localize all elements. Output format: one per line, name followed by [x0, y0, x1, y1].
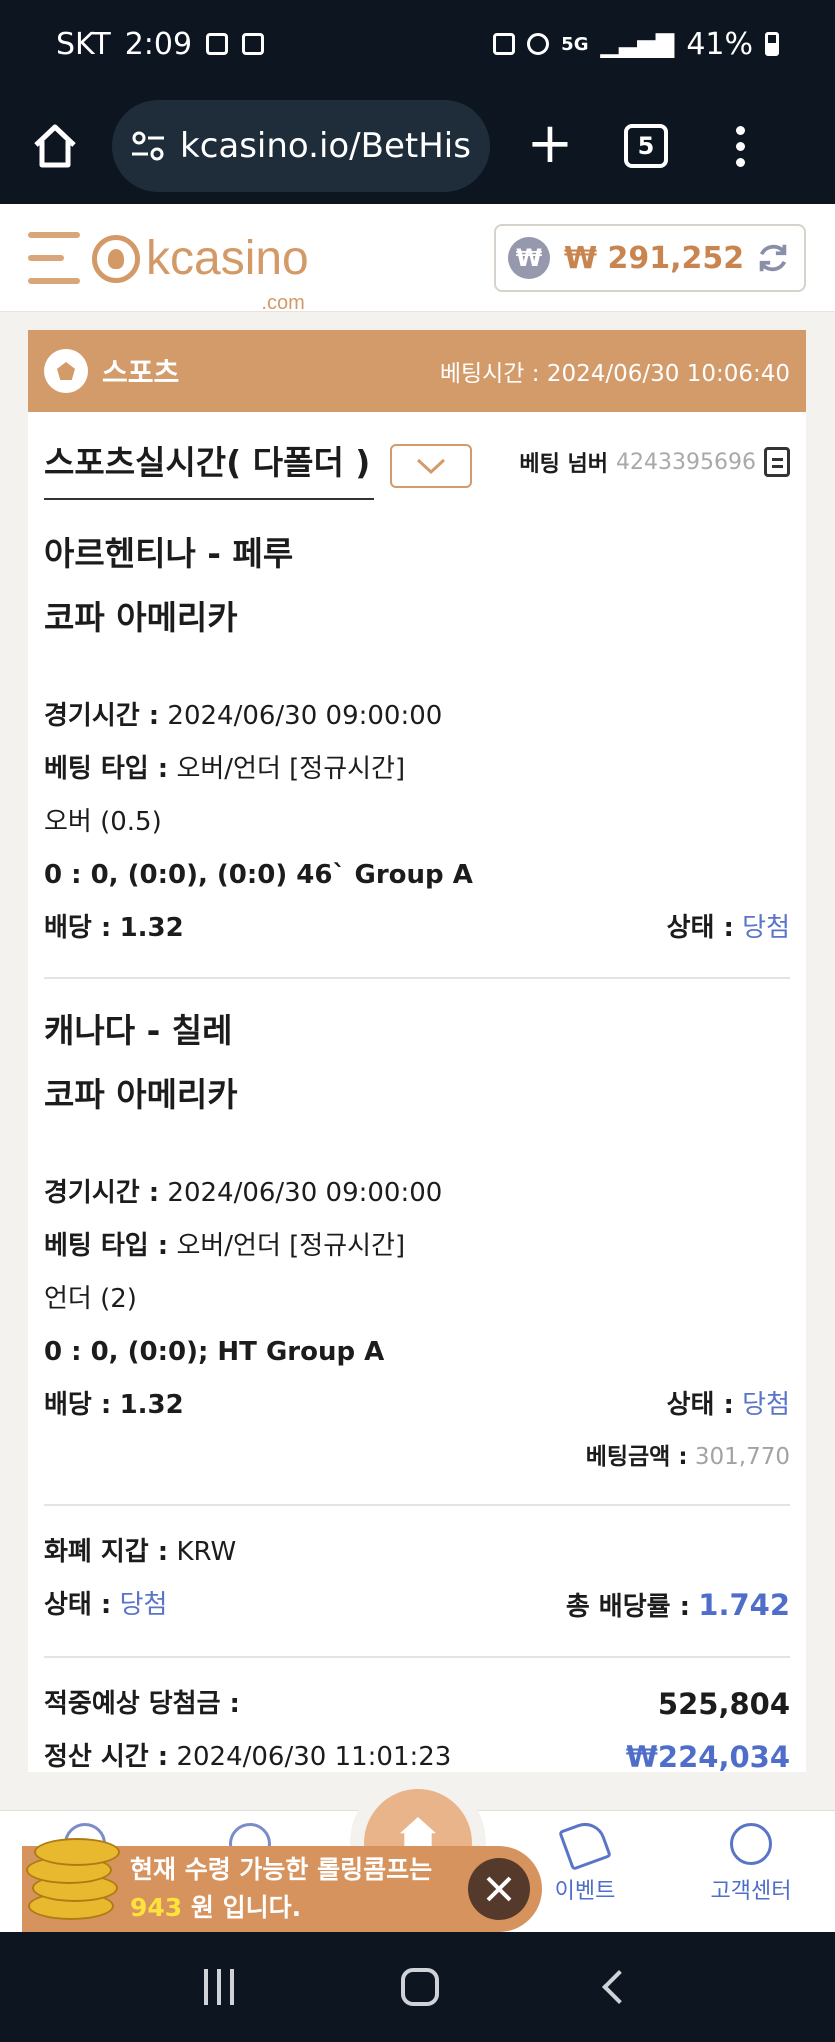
- android-nav-bar: [0, 1932, 835, 2042]
- logo-text: kcasino: [146, 232, 309, 285]
- more-menu-button[interactable]: [730, 125, 750, 167]
- nav-support-label: 고객센터: [710, 1879, 792, 1904]
- wallet-balance[interactable]: ₩ ₩ 291,252: [494, 224, 806, 292]
- recents-button[interactable]: [203, 1969, 234, 2005]
- bet-kind-row: 베팅 타입 : 오버/언더 [정규시간]: [44, 1231, 406, 1261]
- url-text: kcasino.io/BetHis: [180, 126, 471, 166]
- address-bar[interactable]: kcasino.io/BetHis: [112, 100, 490, 192]
- site-settings-icon[interactable]: [130, 128, 166, 164]
- chevron-down-icon: [416, 458, 446, 475]
- score: 0 : 0, (0:0), (0:0) 46` Group A: [44, 860, 473, 890]
- bet-number: 베팅 넘버 4243395696: [519, 446, 790, 478]
- nav-support[interactable]: 고객센터: [686, 1823, 816, 1905]
- pick: 오버 (0.5): [44, 807, 162, 837]
- expected-win-row: 적중예상 당첨금 : 525,804: [44, 1678, 790, 1731]
- back-button[interactable]: [602, 1970, 637, 2004]
- status-badge: 당첨: [742, 913, 790, 943]
- signal-icon: ▁▃▅▇: [600, 30, 675, 58]
- gallery-icon: [206, 33, 229, 55]
- bet-time: 베팅시간 : 2024/06/30 10:06:40: [439, 361, 790, 387]
- bet-amount: 301,770: [694, 1444, 790, 1470]
- settle-time: 2024/06/30 11:01:23: [176, 1742, 452, 1772]
- tab-switcher-button[interactable]: 5: [624, 124, 668, 168]
- bet-number-label: 베팅 넘버: [519, 452, 609, 477]
- toast-suffix: 원 입니다.: [190, 1893, 302, 1922]
- logo-icon: [92, 235, 140, 283]
- new-tab-button[interactable]: +: [520, 116, 580, 176]
- bet-kind-row: 베팅 타입 : 오버/언더 [정규시간]: [44, 754, 406, 784]
- total-odds: 1.742: [698, 1588, 790, 1622]
- game-time-row: 경기시간 : 2024/06/30 09:00:00: [44, 701, 443, 731]
- game-time-row: 경기시간 : 2024/06/30 09:00:00: [44, 1178, 443, 1208]
- soccer-ball-icon: [44, 349, 88, 393]
- carrier: SKT: [56, 26, 111, 62]
- network-type: 5G: [561, 33, 589, 55]
- sport-label: 스포츠: [102, 356, 180, 389]
- bet-number-value: 4243395696: [616, 449, 756, 475]
- toast-amount: 943: [130, 1893, 183, 1922]
- divider: [44, 1504, 790, 1506]
- odds-value: 1.32: [119, 913, 184, 943]
- summary-status-row: 상태 : 당첨 총 배당률 : 1.742: [44, 1588, 790, 1622]
- toast-line1: 현재 수령 가능한 롤링콤프는: [130, 1855, 433, 1884]
- status-bar: SKT 2:09 5G ▁▃▅▇ 41%: [0, 0, 835, 88]
- league-name: 코파 아메리카: [44, 1075, 238, 1114]
- headset-icon: [730, 1823, 772, 1865]
- copy-icon[interactable]: [764, 447, 790, 477]
- rolling-comp-toast: 현재 수령 가능한 롤링콤프는 943 원 입니다.: [22, 1838, 542, 1932]
- currency-row: 화폐 지갑 : KRW: [44, 1537, 237, 1567]
- bet-history-card: 스포츠 베팅시간 : 2024/06/30 10:06:40 스포츠실시간( 다…: [28, 330, 806, 1774]
- odds-value: 1.32: [119, 1390, 184, 1420]
- camera-icon: [242, 33, 265, 55]
- match-name: 캐나다 - 칠레: [44, 1011, 233, 1050]
- match-item: 아르헨티나 - 페루 코파 아메리카 경기시간 : 2024/06/30 09:…: [44, 512, 790, 955]
- match-item: 캐나다 - 칠레 코파 아메리카 경기시간 : 2024/06/30 09:00…: [44, 999, 790, 1482]
- bet-type-row: 스포츠실시간( 다폴더 ) 베팅 넘버 4243395696: [44, 412, 790, 512]
- league-name: 코파 아메리카: [44, 598, 238, 637]
- odds-status-row: 배당 : 1.32 상태 : 당첨: [44, 913, 790, 943]
- match-name: 아르헨티나 - 페루: [44, 534, 294, 573]
- currency-value: KRW: [176, 1537, 237, 1567]
- megaphone-icon: [558, 1817, 612, 1871]
- balance-amount: ₩ 291,252: [564, 240, 745, 276]
- menu-icon[interactable]: [28, 232, 80, 284]
- expand-toggle-button[interactable]: [390, 444, 472, 488]
- logo-domain: .com: [261, 292, 305, 314]
- divider: [44, 1656, 790, 1658]
- browser-home-button[interactable]: [20, 111, 90, 181]
- status-badge: 당첨: [742, 1390, 790, 1420]
- gold-coins-icon: [22, 1826, 122, 1922]
- browser-toolbar: kcasino.io/BetHis + 5: [0, 88, 835, 204]
- battery-icon: [765, 32, 779, 56]
- close-icon: [486, 1876, 512, 1902]
- close-toast-button[interactable]: [468, 1858, 530, 1920]
- pick: 언더 (2): [44, 1284, 137, 1314]
- battery-percent: 41%: [686, 26, 753, 62]
- alarm-icon: [527, 33, 550, 55]
- android-home-button[interactable]: [401, 1968, 440, 2006]
- overall-status-badge: 당첨: [119, 1590, 168, 1620]
- site-logo[interactable]: kcasino .com: [92, 224, 309, 314]
- card-header: 스포츠 베팅시간 : 2024/06/30 10:06:40: [28, 330, 806, 412]
- expected-win: 525,804: [657, 1687, 790, 1721]
- nav-event-label: 이벤트: [554, 1879, 616, 1904]
- lock-icon: [493, 33, 516, 55]
- divider: [44, 977, 790, 979]
- odds-status-row: 배당 : 1.32 상태 : 당첨: [44, 1390, 790, 1420]
- bet-type-title: 스포츠실시간( 다폴더 ): [44, 436, 374, 500]
- score: 0 : 0, (0:0); HT Group A: [44, 1337, 385, 1367]
- site-header: kcasino .com ₩ ₩ 291,252: [0, 204, 835, 314]
- home-icon: [34, 124, 76, 168]
- bet-amount-row: 베팅금액 : 301,770: [44, 1432, 790, 1482]
- refresh-icon[interactable]: [754, 239, 792, 277]
- clock: 2:09: [124, 26, 193, 62]
- settle-amount: ₩224,034: [625, 1740, 790, 1774]
- won-coin-icon: ₩: [508, 237, 550, 279]
